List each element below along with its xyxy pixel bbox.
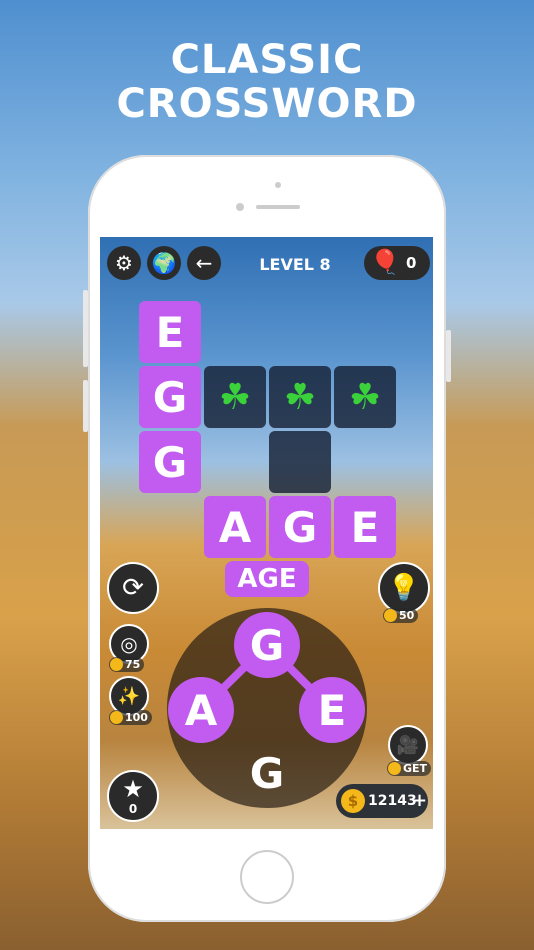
wheel-letter[interactable]: G: [234, 612, 300, 678]
wheel-letter[interactable]: G: [234, 740, 300, 806]
selection-path: [198, 642, 335, 713]
wheel-letter[interactable]: E: [299, 677, 365, 743]
wheel-letter[interactable]: A: [168, 677, 234, 743]
